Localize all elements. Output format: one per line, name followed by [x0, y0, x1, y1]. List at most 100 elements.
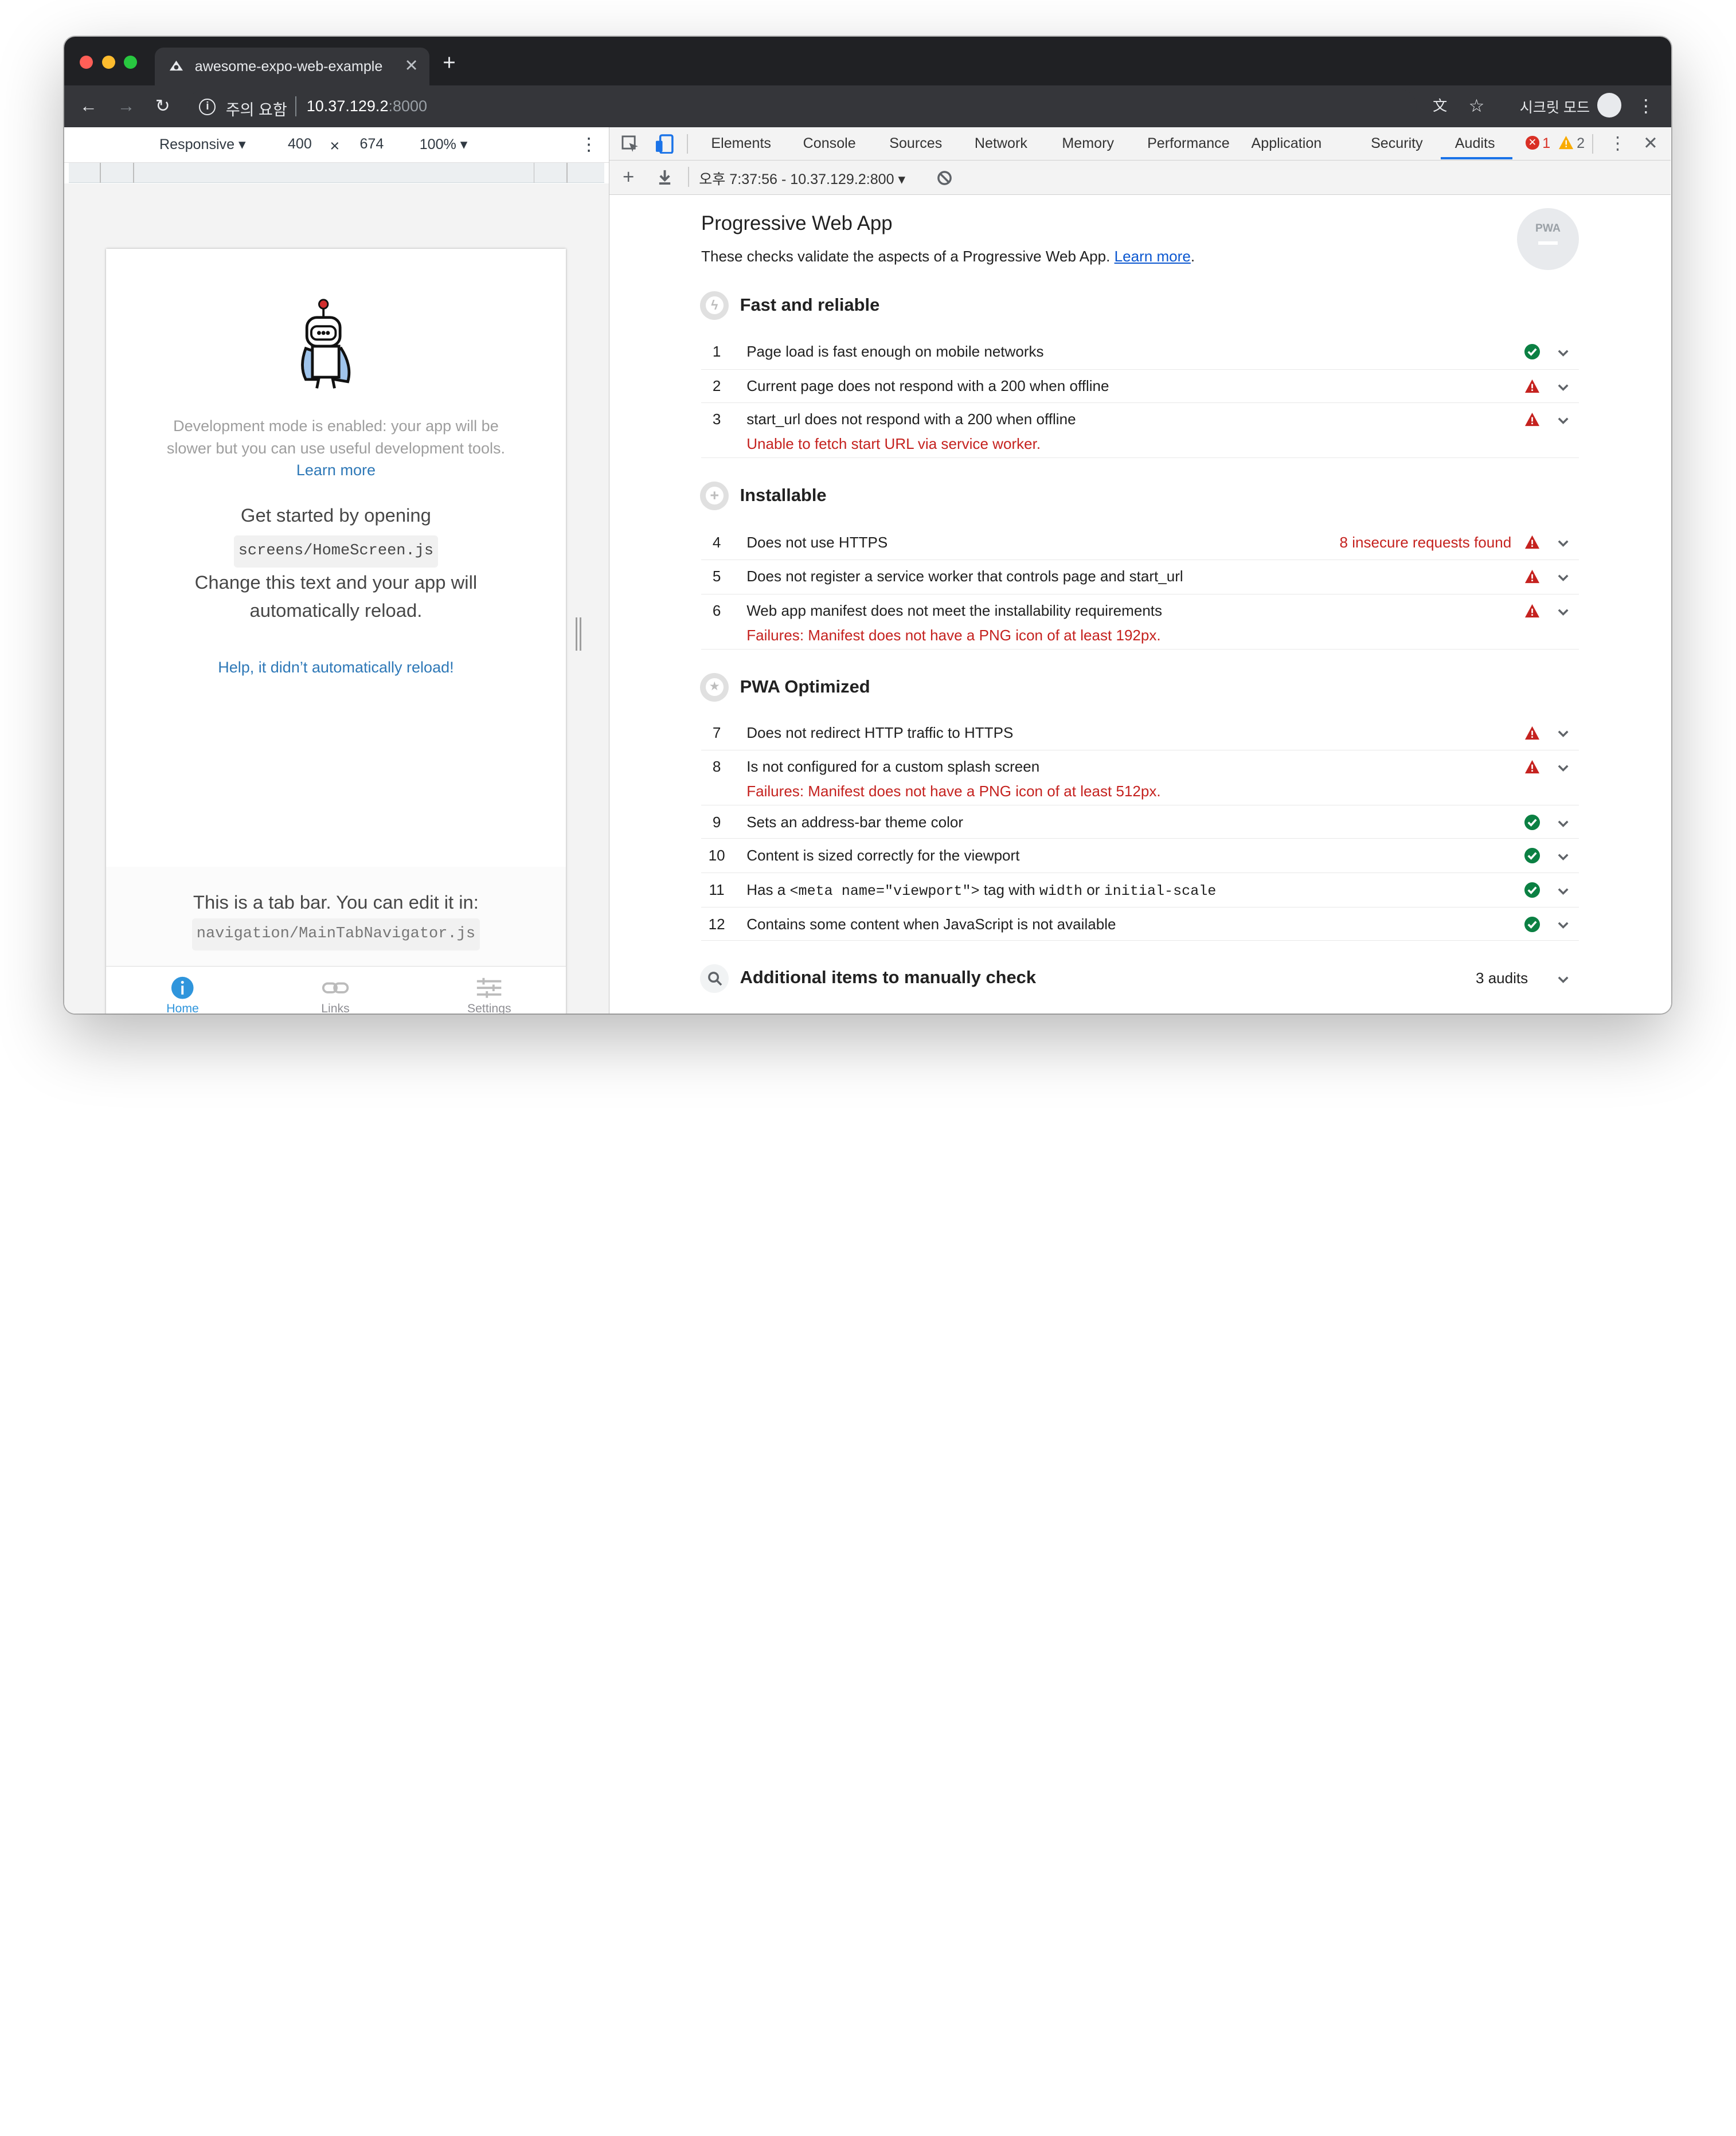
address-bar[interactable]: i 주의 요함 10.37.129.2:8000: [188, 89, 1417, 123]
inspect-element-icon[interactable]: [621, 135, 640, 154]
chevron-down-icon[interactable]: [1557, 537, 1570, 550]
report-title: Progressive Web App: [701, 212, 893, 234]
back-arrow-icon[interactable]: ←: [76, 94, 100, 118]
zoom-select[interactable]: 100% ▾: [420, 136, 468, 153]
download-icon[interactable]: [657, 169, 672, 185]
height-input[interactable]: 674: [359, 136, 384, 152]
info-icon[interactable]: i: [199, 98, 216, 115]
close-tab-icon[interactable]: ✕: [405, 56, 419, 76]
audit-title: Is not configured for a custom splash sc…: [746, 758, 1040, 776]
dev-mode-notice: Development mode is enabled: your app wi…: [151, 415, 522, 482]
device-toolbar-icon[interactable]: [655, 134, 675, 154]
dev-mode-text: Development mode is enabled: your app wi…: [166, 417, 506, 457]
warning-icon[interactable]: [1559, 136, 1574, 150]
tab-elements[interactable]: Elements: [711, 135, 771, 152]
tabbar-path-wrap: navigation/MainTabNavigator.js: [106, 917, 565, 950]
chevron-down-icon[interactable]: [1557, 885, 1570, 898]
audit-number: 11: [709, 881, 725, 898]
tab-network[interactable]: Network: [975, 135, 1027, 152]
search-icon: [700, 964, 729, 993]
audit-error: Unable to fetch start URL via service wo…: [746, 435, 1041, 452]
url-text[interactable]: 10.37.129.2:8000: [307, 97, 427, 115]
error-count[interactable]: 1: [1542, 135, 1550, 152]
audit-number: 10: [708, 846, 725, 864]
bookmark-star-icon[interactable]: ☆: [1464, 94, 1488, 118]
new-tab-button[interactable]: +: [443, 52, 456, 75]
chevron-down-icon[interactable]: [1557, 973, 1570, 986]
tab-memory[interactable]: Memory: [1062, 135, 1114, 152]
chevron-down-icon[interactable]: [1557, 571, 1570, 584]
fail-icon: [1525, 535, 1540, 549]
audit-row[interactable]: 11 Has a <meta name="viewport"> tag with …: [701, 873, 1579, 908]
error-icon[interactable]: ✕: [1526, 136, 1539, 150]
chevron-down-icon[interactable]: [1557, 727, 1570, 740]
close-window-button[interactable]: [79, 55, 93, 69]
tab-sources[interactable]: Sources: [889, 135, 942, 152]
pass-icon: [1524, 916, 1540, 932]
group-title: Installable: [740, 484, 827, 505]
close-devtools-icon[interactable]: ✕: [1643, 133, 1658, 154]
tab-audits[interactable]: Audits: [1455, 135, 1495, 152]
new-audit-icon[interactable]: +: [623, 166, 634, 189]
audit-row[interactable]: 5 Does not register a service worker that…: [701, 560, 1579, 594]
change-text: Change this text and your app will autom…: [194, 572, 478, 621]
minimize-window-button[interactable]: [101, 55, 115, 69]
learn-more-link[interactable]: Learn more: [296, 461, 376, 479]
devtools-more-icon[interactable]: ⋮: [1609, 133, 1626, 154]
audit-row[interactable]: 12 Contains some content when JavaScript …: [701, 907, 1579, 941]
audit-row[interactable]: 3 start_url does not respond with a 200 w…: [701, 403, 1579, 459]
chevron-down-icon[interactable]: [1557, 817, 1570, 830]
tab-settings-label: Settings: [467, 1002, 511, 1014]
audit-row[interactable]: 10 Content is sized correctly for the vie…: [701, 839, 1579, 874]
report-selector[interactable]: 오후 7:37:56 - 10.37.129.2:800 ▾: [699, 168, 905, 189]
chevron-down-icon[interactable]: [1557, 414, 1570, 427]
file-path-wrap: screens/HomeScreen.js: [106, 534, 565, 568]
selected-tab-indicator: [1440, 157, 1513, 159]
report-learn-more-link[interactable]: Learn more: [1115, 248, 1191, 265]
zoom-window-button[interactable]: [124, 55, 138, 69]
incognito-avatar-icon[interactable]: [1597, 93, 1622, 118]
resize-handle-right[interactable]: [575, 617, 581, 651]
media-query-ruler[interactable]: [68, 162, 605, 183]
tab-links[interactable]: Links: [259, 976, 412, 1014]
security-warning-text: 주의 요함: [225, 101, 287, 119]
audit-row[interactable]: 6 Web app manifest does not meet the inst…: [701, 594, 1579, 650]
audit-row[interactable]: 9 Sets an address-bar theme color: [701, 805, 1579, 839]
toolbar-divider: [686, 134, 688, 154]
audit-row[interactable]: 2 Current page does not respond with a 20…: [701, 370, 1579, 403]
chevron-down-icon[interactable]: [1557, 381, 1570, 394]
device-select[interactable]: Responsive ▾: [159, 136, 246, 153]
translate-icon[interactable]: 文: [1428, 94, 1452, 118]
chevron-down-icon[interactable]: [1557, 761, 1570, 774]
chevron-down-icon[interactable]: [1557, 918, 1570, 932]
help-link[interactable]: Help, it didn’t automatically reload!: [106, 659, 565, 676]
tab-security[interactable]: Security: [1371, 135, 1423, 152]
audit-title: start_url does not respond with a 200 wh…: [746, 410, 1076, 428]
tab-settings[interactable]: Settings: [413, 976, 565, 1014]
chrome-menu-icon[interactable]: ⋮: [1634, 94, 1658, 118]
text-part: or: [1082, 881, 1104, 898]
audit-row[interactable]: 1 Page load is fast enough on mobile netw…: [701, 335, 1579, 370]
group-title: Fast and reliable: [740, 294, 880, 315]
audit-row[interactable]: 4 Does not use HTTPS 8 insecure requests f…: [701, 526, 1579, 560]
toolbar-divider-2: [1592, 134, 1594, 154]
audit-number: 1: [712, 343, 721, 361]
warning-count[interactable]: 2: [1577, 135, 1585, 152]
clear-icon[interactable]: [937, 170, 952, 186]
width-input[interactable]: 400: [288, 136, 312, 152]
browser-tab[interactable]: awesome-expo-web-example ✕: [155, 48, 430, 85]
fail-icon: [1525, 570, 1540, 584]
chevron-down-icon[interactable]: [1557, 346, 1570, 359]
audit-row[interactable]: 8 Is not configured for a custom splash s…: [701, 750, 1579, 806]
tab-console[interactable]: Console: [803, 135, 856, 152]
lightning-icon: ϟ: [700, 291, 729, 320]
chevron-down-icon[interactable]: [1557, 850, 1570, 863]
forward-arrow-icon[interactable]: →: [114, 94, 138, 118]
chevron-down-icon[interactable]: [1557, 605, 1570, 619]
audit-row[interactable]: 7 Does not redirect HTTP traffic to HTTPS: [701, 716, 1579, 750]
device-more-icon[interactable]: ⋮: [580, 134, 598, 155]
tab-performance[interactable]: Performance: [1147, 135, 1230, 152]
tab-home[interactable]: Home: [106, 976, 259, 1014]
reload-icon[interactable]: ↻: [151, 94, 175, 118]
tab-application[interactable]: Application: [1252, 135, 1322, 152]
